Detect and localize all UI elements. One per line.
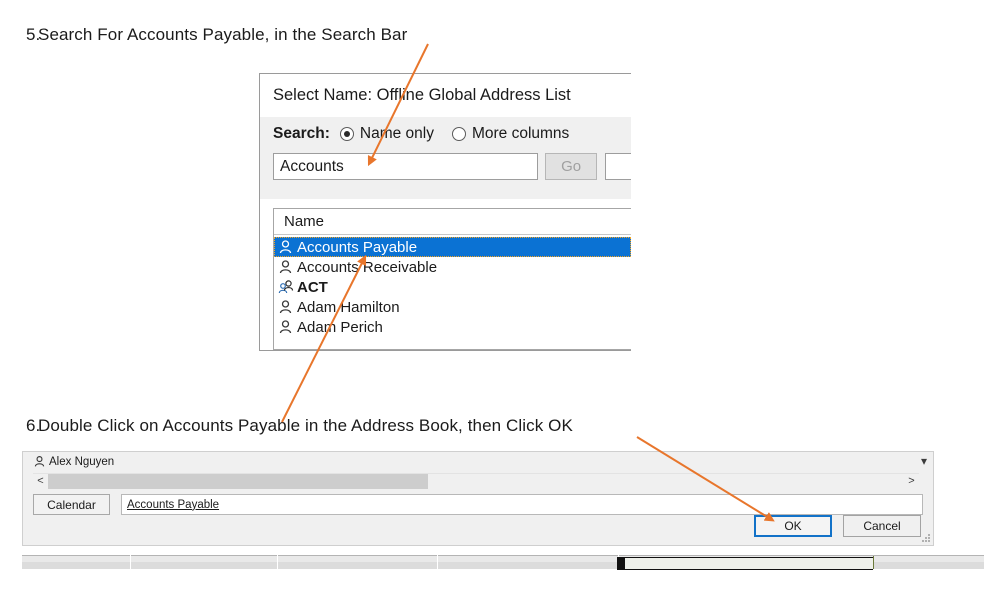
search-input-row: Go [273,153,631,180]
radio-button-icon[interactable] [339,127,354,141]
resize-grip-icon[interactable] [920,532,931,543]
scheduling-assistant-panel: Alex Nguyen < > ▾ Calendar Accounts Paya… [22,451,934,546]
radio-button-icon[interactable] [451,127,466,141]
scroll-right-icon[interactable]: > [904,474,919,489]
search-input[interactable] [273,153,539,180]
list-item-label: ACT [297,278,328,296]
list-item-label: Adam Hamilton [297,298,400,316]
ok-button[interactable]: OK [754,515,832,537]
list-item-label: Accounts Payable [297,238,418,256]
free-busy-timeline [22,555,984,570]
step-number: 6. [26,416,41,435]
appointment-bar[interactable] [617,557,873,570]
address-book-dropdown-partial[interactable] [605,153,631,180]
dialog-title: Select Name: Offline Global Address List [273,86,571,104]
radio-more-columns[interactable]: More columns [451,125,570,143]
list-item-label: Adam Perich [297,318,383,336]
list-item[interactable]: ACT [274,277,631,297]
horizontal-scrollbar[interactable]: < > [33,473,919,489]
list-item[interactable]: Adam Perich [274,317,631,337]
dialog-titlebar: Select Name: Offline Global Address List [260,74,631,117]
calendar-recipient-field[interactable]: Accounts Payable [121,494,923,515]
person-icon [279,260,292,274]
radio-name-only[interactable]: Name only [339,125,434,143]
radio-name-only-label: Name only [359,125,434,142]
dialog-search-area: Search: Name only More columns Go [260,117,631,199]
step-number: 5. [26,25,41,44]
instruction-step-6: 6.Double Click on Accounts Payable in th… [0,415,573,437]
address-list: Name Accounts Payable Accounts Receivabl… [273,208,631,350]
attendee-row[interactable]: Alex Nguyen [33,455,114,468]
list-item[interactable]: Accounts Payable [274,237,631,257]
timeline-divider [130,555,131,569]
person-icon [279,240,292,254]
list-item[interactable]: Adam Hamilton [274,297,631,317]
address-list-rows: Accounts Payable Accounts Receivable ACT [274,235,631,337]
dialog-button-row: OK Cancel [754,515,921,537]
timeline-divider [437,555,438,569]
radio-more-columns-label: More columns [471,125,570,142]
cancel-button[interactable]: Cancel [843,515,921,537]
step-text: Double Click on Accounts Payable in the … [38,416,573,435]
search-label: Search: [273,125,330,142]
chevron-down-icon[interactable]: ▾ [921,455,927,467]
calendar-button[interactable]: Calendar [33,494,110,515]
scroll-left-icon[interactable]: < [33,474,48,489]
step-text: Search For Accounts Payable, in the Sear… [38,25,408,44]
calendar-row: Calendar Accounts Payable [33,494,923,515]
list-item[interactable]: Accounts Receivable [274,257,631,277]
scrollbar-track[interactable] [48,473,904,489]
appointment-end-marker [873,556,874,569]
person-icon [34,456,45,467]
calendar-recipient-value: Accounts Payable [127,498,220,511]
column-header-name[interactable]: Name [274,209,631,235]
go-button[interactable]: Go [545,153,598,180]
attendee-name: Alex Nguyen [49,455,115,468]
instruction-step-5: 5.Search For Accounts Payable, in the Se… [0,24,407,46]
timeline-divider [277,555,278,569]
search-scope-radio-group: Name only More columns [339,125,587,143]
person-icon [279,320,292,334]
list-item-label: Accounts Receivable [297,258,438,276]
group-icon [278,280,294,294]
scrollbar-thumb[interactable] [48,473,428,489]
person-icon [279,300,292,314]
search-options-row: Search: Name only More columns [273,117,631,151]
select-name-dialog: Select Name: Offline Global Address List… [259,73,631,351]
